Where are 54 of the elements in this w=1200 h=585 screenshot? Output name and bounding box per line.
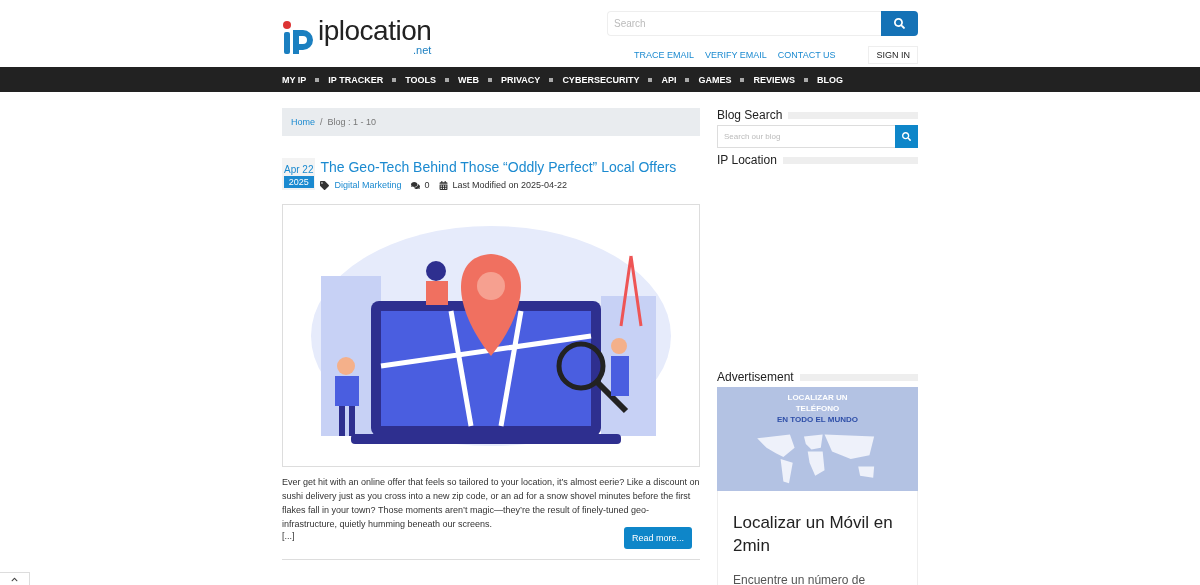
- calendar-icon: [438, 180, 448, 190]
- sidebar-heading: Blog Search: [717, 108, 783, 122]
- tag-icon: [320, 180, 330, 190]
- breadcrumb-current: Blog : 1 - 10: [327, 117, 377, 127]
- sidebar-heading: IP Location: [717, 153, 777, 167]
- search-icon: [894, 18, 905, 29]
- banner-text: EN TODO EL MUNDO: [776, 414, 858, 425]
- post-date: Apr 22: [283, 164, 315, 175]
- logo-domain: .net: [412, 45, 432, 56]
- category-link[interactable]: Digital Marketing: [334, 180, 402, 190]
- ad-description: Encuentre un número de: [733, 573, 867, 585]
- caret-icon: [11, 575, 18, 583]
- nav-separator: [392, 77, 397, 82]
- nav-item[interactable]: TOOLS: [405, 74, 437, 85]
- modified-date: Last Modified on 2025-04-22: [452, 180, 568, 190]
- read-more-button[interactable]: Read more...: [623, 527, 692, 549]
- nav-separator: [549, 77, 554, 82]
- nav-item[interactable]: GAMES: [698, 74, 732, 85]
- ad-title[interactable]: Localizar un Móvil en 2min: [733, 511, 902, 557]
- sidebar-heading: Advertisement: [717, 370, 794, 384]
- header-link[interactable]: VERIFY EMAIL: [704, 50, 767, 60]
- header-link[interactable]: TRACE EMAIL: [633, 50, 694, 60]
- nav-separator: [315, 77, 320, 82]
- nav-separator: [685, 77, 690, 82]
- nav-separator: [740, 77, 745, 82]
- blog-search-button[interactable]: [895, 125, 918, 148]
- nav-item[interactable]: WEB: [458, 74, 480, 85]
- nav-item[interactable]: REVIEWS: [753, 74, 795, 85]
- sign-in-button[interactable]: SIGN IN: [868, 46, 918, 64]
- nav-item[interactable]: CYBERSECURITY: [562, 74, 640, 85]
- nav-item[interactable]: IP TRACKER: [328, 74, 384, 85]
- nav-item[interactable]: API: [661, 74, 677, 85]
- banner-text: LOCALIZAR UN: [787, 392, 848, 403]
- nav-separator: [445, 77, 450, 82]
- nav-separator: [488, 77, 493, 82]
- nav-item[interactable]: PRIVACY: [501, 74, 541, 85]
- breadcrumb-separator: /: [320, 117, 323, 127]
- excerpt-ellipsis: [...]: [282, 531, 295, 541]
- comments-icon: [410, 180, 420, 190]
- banner-text: TELÉFONO: [795, 403, 840, 414]
- post-year: 2025: [283, 176, 314, 188]
- post-title[interactable]: The Geo-Tech Behind Those “Oddly Perfect” Local Offers: [320, 159, 677, 175]
- logo-icon: [282, 20, 316, 56]
- nav-item[interactable]: BLOG: [816, 74, 843, 85]
- search-field[interactable]: Search: [607, 11, 881, 36]
- ad-banner[interactable]: LOCALIZAR UN TELÉFONO EN TODO EL MUNDO: [717, 387, 918, 491]
- nav-item[interactable]: MY IP: [282, 74, 307, 85]
- search-icon: [902, 132, 911, 141]
- header-link[interactable]: CONTACT US: [777, 50, 836, 60]
- search-button[interactable]: [881, 11, 918, 36]
- nav-separator: [803, 77, 808, 82]
- comment-count: 0: [424, 180, 430, 190]
- scroll-top-button[interactable]: [0, 572, 30, 585]
- nav-separator: [648, 77, 653, 82]
